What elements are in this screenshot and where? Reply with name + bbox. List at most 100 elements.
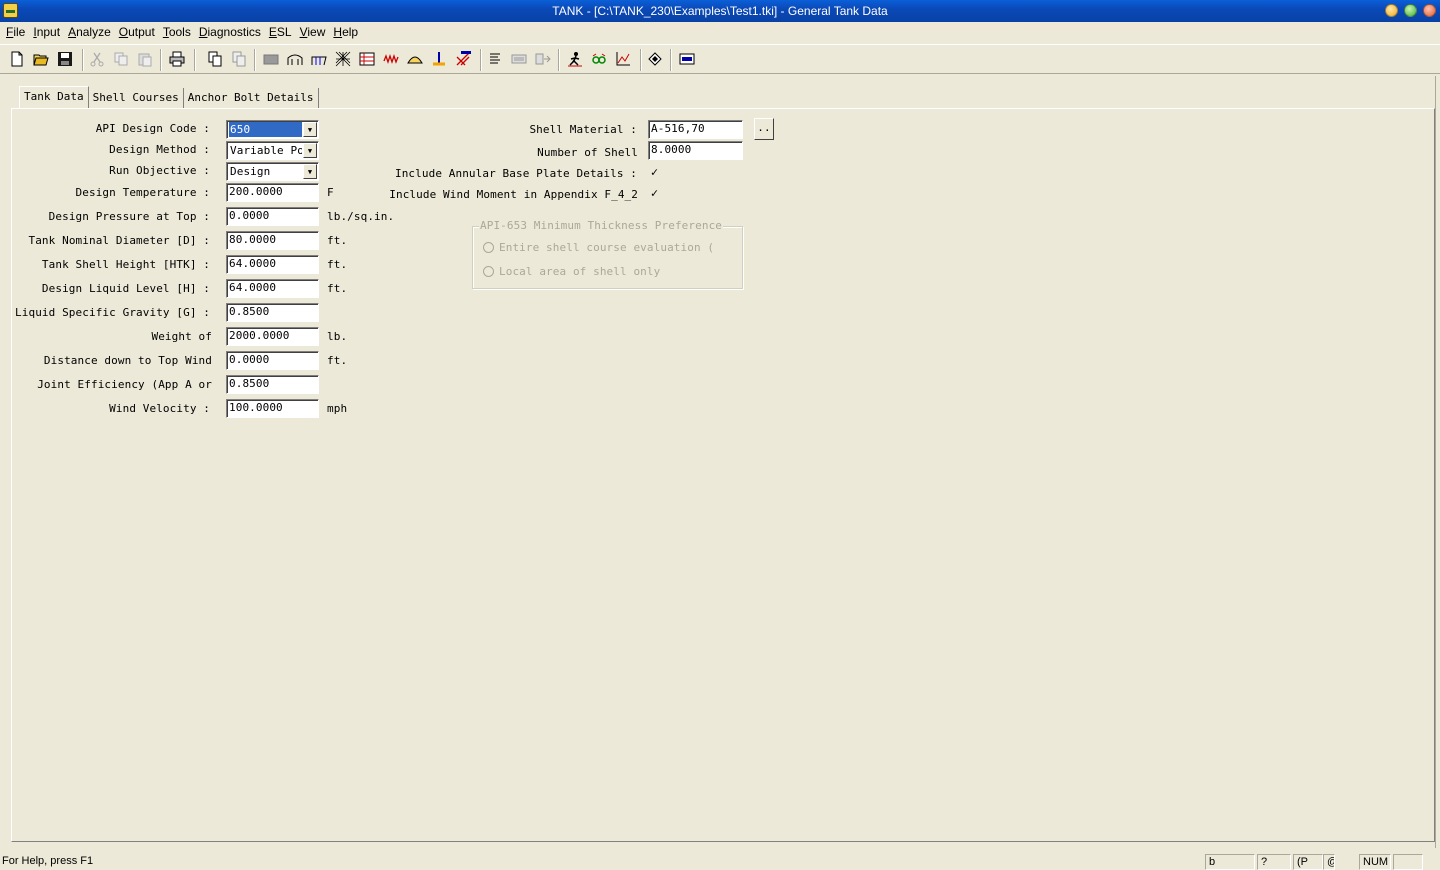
tank-shell-height-input[interactable]: 64.0000 [226, 255, 319, 274]
local-area-radio[interactable] [483, 266, 494, 277]
distance-down-label: Distance down to Top Wind [43, 354, 212, 367]
tank-shell-height-label: Tank Shell Height [HTK] : [41, 258, 210, 271]
include-annular-checkbox[interactable]: ✓ [648, 166, 661, 179]
tab-shell-courses[interactable]: Shell Courses [89, 88, 184, 108]
menu-output[interactable]: Output [115, 22, 159, 42]
status-pane-at: @ [1323, 854, 1335, 870]
anchor-icon[interactable] [430, 50, 448, 68]
wind-velocity-unit: mph [327, 402, 348, 415]
chevron-down-icon[interactable]: ▼ [303, 164, 317, 179]
api653-thickness-group: API-653 Minimum Thickness Preference Ent… [472, 219, 743, 289]
settlement-icon[interactable] [454, 50, 472, 68]
entire-shell-radio[interactable] [483, 242, 494, 253]
keyboard-icon[interactable] [510, 50, 528, 68]
liquid-specific-gravity-input[interactable]: 0.8500 [226, 303, 319, 322]
entire-shell-option-label: Entire shell course evaluation ( [499, 241, 715, 254]
chevron-down-icon[interactable]: ▼ [303, 143, 317, 158]
roof-cone-icon[interactable] [310, 50, 328, 68]
tab-tank-data[interactable]: Tank Data [19, 86, 89, 108]
run-objective-label: Run Objective : [109, 164, 210, 177]
wind-velocity-label: Wind Velocity : [109, 402, 210, 415]
toolbar [0, 44, 1440, 74]
app-icon[interactable] [3, 3, 18, 18]
export-icon[interactable] [534, 50, 552, 68]
include-annular-label: Include Annular Base Plate Details : [394, 167, 637, 180]
joint-efficiency-label: Joint Efficiency (App A or [37, 378, 212, 391]
number-of-shell-input[interactable]: 8.0000 [648, 141, 743, 160]
page-copy-icon[interactable] [206, 50, 224, 68]
number-of-shell-label: Number of Shell [537, 146, 638, 159]
seismic-icon[interactable] [406, 50, 424, 68]
api-design-code-select[interactable]: 650 ▼ [226, 120, 319, 139]
wind-velocity-input[interactable]: 100.0000 [226, 399, 319, 418]
paste-icon[interactable] [136, 50, 154, 68]
view-results-icon[interactable] [590, 50, 608, 68]
status-pane-b: b [1205, 854, 1255, 870]
tank-nominal-diameter-unit: ft. [327, 234, 348, 247]
minimize-button[interactable] [1385, 4, 1398, 17]
graph-plot-icon[interactable] [614, 50, 632, 68]
menu-help[interactable]: Help [329, 22, 362, 42]
include-wind-moment-checkbox[interactable]: ✓ [648, 187, 661, 200]
maximize-button[interactable] [1404, 4, 1417, 17]
tank-shell-icon[interactable] [262, 50, 280, 68]
status-pane-q: ? [1257, 854, 1291, 870]
new-file-icon[interactable] [8, 50, 26, 68]
cut-icon[interactable] [88, 50, 106, 68]
status-pane-num: NUM [1359, 854, 1391, 870]
wind-wave-icon[interactable] [382, 50, 400, 68]
status-pane-p: (P [1293, 854, 1323, 870]
menu-tools[interactable]: Tools [159, 22, 195, 42]
shell-material-input[interactable]: A-516,70 [648, 120, 743, 139]
chevron-down-icon[interactable]: ▼ [303, 122, 317, 137]
shell-courses-icon[interactable] [358, 50, 376, 68]
design-temperature-label: Design Temperature : [75, 186, 210, 199]
design-temperature-input[interactable]: 200.0000 [226, 183, 319, 202]
status-help-text: For Help, press F1 [2, 855, 94, 867]
weight-of-unit: lb. [327, 330, 348, 343]
status-pane-blank [1393, 854, 1423, 870]
menu-bar: File Input Analyze Output Tools Diagnost… [0, 22, 1440, 42]
design-liquid-level-unit: ft. [327, 282, 348, 295]
menu-view[interactable]: View [296, 22, 330, 42]
tank-nominal-diameter-label: Tank Nominal Diameter [D] : [28, 234, 210, 247]
distance-down-input[interactable]: 0.0000 [226, 351, 319, 370]
menu-diagnostics[interactable]: Diagnostics [195, 22, 265, 42]
tab-anchor-bolt-details[interactable]: Anchor Bolt Details [184, 88, 319, 108]
run-analysis-icon[interactable] [566, 50, 584, 68]
design-liquid-level-input[interactable]: 64.0000 [226, 279, 319, 298]
design-pressure-input[interactable]: 0.0000 [226, 207, 319, 226]
save-icon[interactable] [56, 50, 74, 68]
design-method-select[interactable]: Variable Poi: ▼ [226, 141, 319, 160]
distance-down-unit: ft. [327, 354, 348, 367]
design-method-value: Variable Poi: [230, 144, 302, 157]
shell-material-label: Shell Material : [529, 123, 637, 136]
tank-nominal-diameter-input[interactable]: 80.0000 [226, 231, 319, 250]
menu-file[interactable]: File [2, 22, 29, 42]
roof-dome-icon[interactable] [286, 50, 304, 68]
design-liquid-level-label: Design Liquid Level [H] : [41, 282, 210, 295]
open-folder-icon[interactable] [32, 50, 50, 68]
menu-input[interactable]: Input [29, 22, 64, 42]
copy-icon[interactable] [112, 50, 130, 68]
design-temperature-unit: F [327, 186, 334, 199]
close-button[interactable] [1423, 4, 1436, 17]
title-bar: TANK - [C:\TANK_230\Examples\Test1.tki] … [0, 0, 1440, 22]
grid-pattern-icon[interactable] [334, 50, 352, 68]
design-pressure-unit: lb./sq.in. [327, 210, 395, 223]
api-design-code-label: API Design Code : [95, 122, 210, 135]
shell-material-browse-button[interactable]: .. [754, 118, 774, 140]
material-db-icon[interactable] [646, 50, 664, 68]
menu-analyze[interactable]: Analyze [64, 22, 115, 42]
window-title: TANK - [C:\TANK_230\Examples\Test1.tki] … [552, 4, 888, 18]
api653-group-title: API-653 Minimum Thickness Preference [479, 219, 724, 232]
status-bar: For Help, press F1 b ? (P @ NUM [0, 852, 1440, 870]
report-list-icon[interactable] [486, 50, 504, 68]
menu-esl[interactable]: ESL [265, 22, 296, 42]
weight-of-input[interactable]: 2000.0000 [226, 327, 319, 346]
joint-efficiency-input[interactable]: 0.8500 [226, 375, 319, 394]
print-icon[interactable] [168, 50, 186, 68]
configuration-icon[interactable] [678, 50, 696, 68]
run-objective-select[interactable]: Design ▼ [226, 162, 319, 181]
page-paste-icon[interactable] [230, 50, 248, 68]
